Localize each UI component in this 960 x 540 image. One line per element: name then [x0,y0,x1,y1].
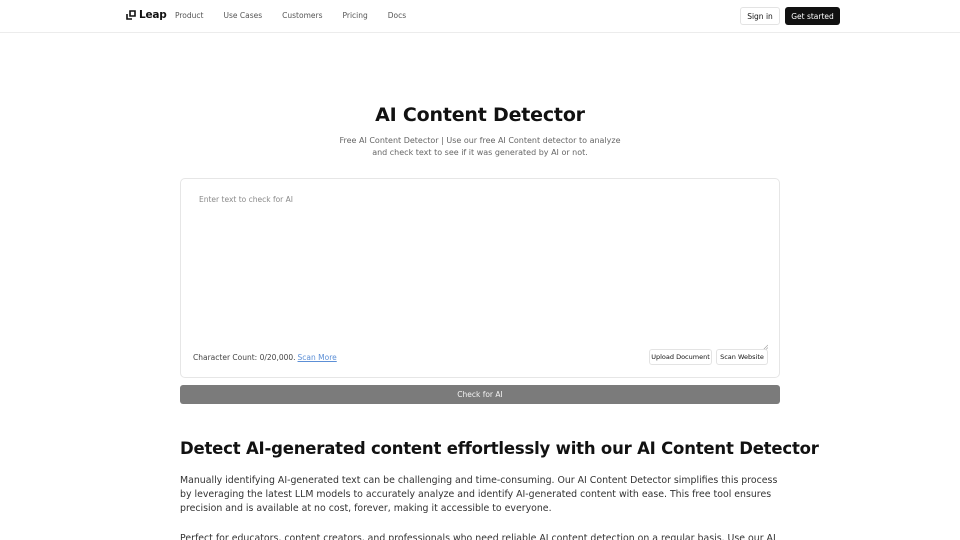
get-started-button[interactable]: Get started [785,7,840,25]
nav-item-docs[interactable]: Docs [388,11,406,20]
character-count-label: Character Count: 0/20,000. [193,353,296,362]
page-title: AI Content Detector [375,104,585,126]
check-for-ai-button[interactable]: Check for AI [180,385,780,404]
main-nav: Product Use Cases Customers Pricing Docs [175,11,426,20]
section-paragraph-2: Perfect for educators, content creators,… [180,533,776,540]
leap-logo-icon [126,10,136,20]
leap-logo[interactable]: Leap [126,9,167,21]
detector-card: Character Count: 0/20,000.Scan More Uplo… [180,178,780,378]
logo-text: Leap [139,9,167,21]
section-paragraph-1: Manually identifying AI-generated text c… [180,475,778,514]
top-navbar: Leap Product Use Cases Customers Pricing… [0,0,960,33]
nav-item-use-cases[interactable]: Use Cases [223,11,262,20]
nav-item-product[interactable]: Product [175,11,203,20]
scan-website-button[interactable]: Scan Website [716,349,768,365]
text-input[interactable] [192,188,769,343]
resize-grip-icon[interactable] [762,335,769,351]
sign-in-button[interactable]: Sign in [740,7,780,25]
nav-item-pricing[interactable]: Pricing [343,11,368,20]
nav-item-customers[interactable]: Customers [282,11,322,20]
page-subtitle: Free AI Content Detector | Use our free … [339,136,621,157]
character-count: Character Count: 0/20,000. Scan More [193,353,337,362]
upload-document-button[interactable]: Upload Document [649,349,712,365]
scan-more-link[interactable]: Scan More [298,353,337,362]
section-heading: Detect AI-generated content effortlessly… [180,439,819,458]
